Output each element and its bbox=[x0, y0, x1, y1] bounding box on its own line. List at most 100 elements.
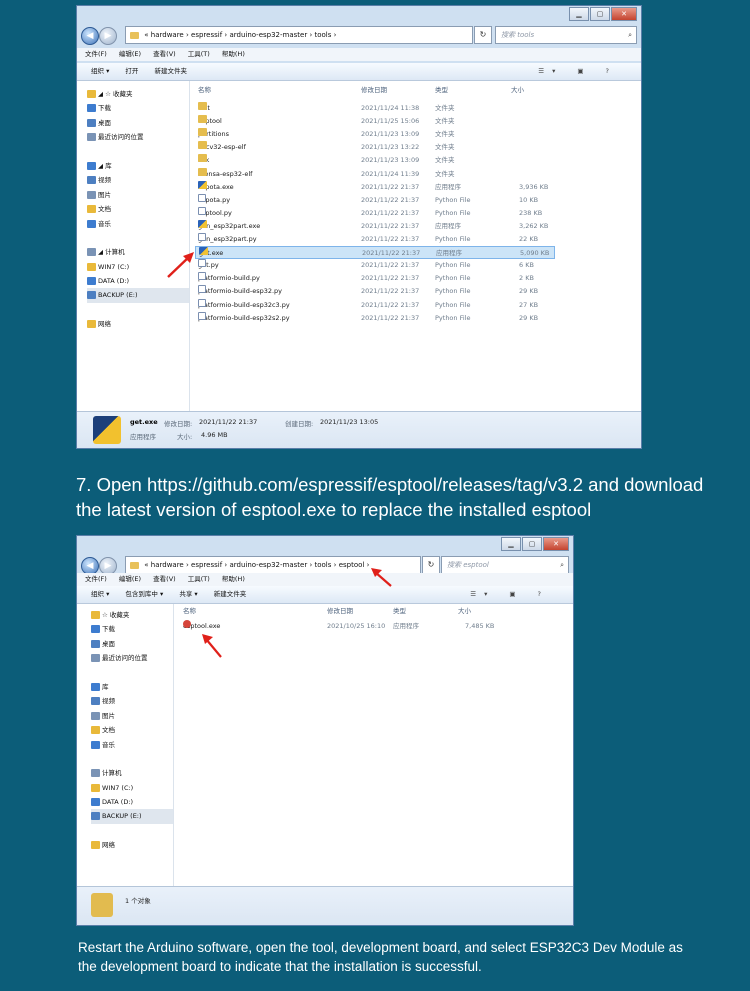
file-row[interactable]: get.py 2021/11/22 21:37 Python File 6 KB bbox=[195, 259, 555, 272]
view-options-icon[interactable]: ☰▾ bbox=[470, 590, 495, 598]
sidebar-item[interactable]: 音乐 bbox=[87, 217, 189, 231]
file-row[interactable]: espota.exe 2021/11/22 21:37 应用程序 3,936 KB bbox=[195, 180, 555, 194]
close-button[interactable]: ✕ bbox=[543, 537, 569, 551]
sidebar-item[interactable]: 图片 bbox=[87, 188, 189, 202]
breadcrumb-hardware[interactable]: hardware bbox=[151, 31, 184, 39]
search-input[interactable]: 搜索 tools ⌕ bbox=[495, 26, 637, 44]
view-options-icon[interactable]: ☰▾ bbox=[538, 67, 563, 75]
file-row[interactable]: platformio-build-esp32c3.py 2021/11/22 21… bbox=[195, 298, 555, 312]
sidebar-item[interactable]: 桌面 bbox=[91, 637, 173, 651]
sidebar-item[interactable]: DATA (D:) bbox=[91, 795, 173, 809]
close-button[interactable]: ✕ bbox=[611, 7, 637, 21]
sidebar-item[interactable]: 计算机 bbox=[91, 766, 173, 780]
sidebar-item[interactable]: 视频 bbox=[91, 694, 173, 708]
menu-view[interactable]: 查看(V) bbox=[153, 575, 176, 583]
file-row[interactable]: espota.py 2021/11/22 21:37 Python File 10 K… bbox=[195, 193, 555, 207]
menu-tools[interactable]: 工具(T) bbox=[188, 50, 210, 58]
menu-file[interactable]: 文件(F) bbox=[85, 50, 107, 58]
include-in-library-button[interactable]: 包含到库中 ▾ bbox=[125, 590, 163, 598]
breadcrumb-arduino-esp32-master[interactable]: arduino-esp32-master bbox=[229, 561, 307, 569]
column-modified[interactable]: 修改日期 bbox=[327, 604, 353, 618]
search-icon[interactable]: ⌕ bbox=[560, 557, 564, 573]
sidebar-item[interactable]: 最近访问的位置 bbox=[91, 651, 173, 665]
menu-file[interactable]: 文件(F) bbox=[85, 575, 107, 583]
file-row[interactable]: riscv32-esp-elf 2021/11/23 13:22 文件夹 bbox=[195, 141, 555, 154]
menu-help[interactable]: 帮助(H) bbox=[222, 575, 245, 583]
file-row[interactable]: platformio-build.py 2021/11/22 21:37 Pytho… bbox=[195, 272, 555, 285]
file-row[interactable]: xtensa-esp32-elf 2021/11/24 11:39 文件夹 bbox=[195, 167, 555, 181]
breadcrumb-hardware[interactable]: hardware bbox=[151, 561, 184, 569]
sidebar-item[interactable]: ◢ ☆ 收藏夹 bbox=[87, 87, 189, 101]
open-button[interactable]: 打开 bbox=[125, 67, 138, 75]
back-arrow-icon[interactable]: ◀ bbox=[81, 27, 99, 45]
minimize-button[interactable]: ▁ bbox=[501, 537, 521, 551]
file-row[interactable]: gen_esp32part.exe 2021/11/22 21:37 应用程序 3,2… bbox=[195, 219, 555, 233]
preview-pane-icon[interactable]: ▣ bbox=[577, 67, 591, 75]
sidebar-item[interactable]: 文档 bbox=[87, 202, 189, 216]
help-icon[interactable]: ? bbox=[538, 590, 549, 598]
search-input[interactable]: 搜索 esptool ⌕ bbox=[441, 556, 569, 574]
sidebar-item[interactable]: 下载 bbox=[91, 622, 173, 636]
breadcrumb-tools[interactable]: tools bbox=[315, 561, 332, 569]
share-button[interactable]: 共享 ▾ bbox=[179, 590, 197, 598]
column-name[interactable]: 名称 bbox=[198, 83, 211, 97]
maximize-button[interactable]: ▢ bbox=[522, 537, 542, 551]
column-name[interactable]: 名称 bbox=[183, 604, 196, 618]
file-row[interactable]: dist 2021/11/24 11:38 文件夹 bbox=[195, 102, 555, 115]
sidebar-item[interactable]: 音乐 bbox=[91, 738, 173, 752]
breadcrumb-esptool[interactable]: esptool bbox=[339, 561, 365, 569]
sidebar-item[interactable]: 网络 bbox=[91, 838, 173, 852]
sidebar-item[interactable]: WIN7 (C:) bbox=[91, 781, 173, 795]
file-row[interactable]: esptool.py 2021/11/22 21:37 Python File 238… bbox=[195, 206, 555, 220]
sidebar-item[interactable]: ◢ 库 bbox=[87, 159, 189, 173]
address-bar[interactable]: « hardware › espressif › arduino-esp32-m… bbox=[125, 26, 473, 44]
breadcrumb-arduino-esp32-master[interactable]: arduino-esp32-master bbox=[229, 31, 307, 39]
refresh-icon[interactable]: ↻ bbox=[422, 556, 440, 574]
sidebar-item[interactable]: 视频 bbox=[87, 173, 189, 187]
file-row[interactable]: platformio-build-esp32.py 2021/11/22 21:3… bbox=[195, 285, 555, 298]
file-row[interactable]: gen_esp32part.py 2021/11/22 21:37 Python F… bbox=[195, 233, 555, 246]
organize-button[interactable]: 组织 ▾ bbox=[91, 590, 109, 598]
preview-pane-icon[interactable]: ▣ bbox=[509, 590, 523, 598]
refresh-icon[interactable]: ↻ bbox=[474, 26, 492, 44]
menu-view[interactable]: 查看(V) bbox=[153, 50, 176, 58]
sidebar-item[interactable]: 下载 bbox=[87, 101, 189, 115]
sidebar-item[interactable]: 网络 bbox=[87, 317, 189, 331]
file-row[interactable]: partitions 2021/11/23 13:09 文件夹 bbox=[195, 128, 555, 141]
breadcrumb-espressif[interactable]: espressif bbox=[191, 31, 222, 39]
file-name: gen_esp32part.py bbox=[198, 235, 257, 243]
file-row[interactable]: platformio-build-esp32s2.py 2021/11/22 21… bbox=[195, 311, 555, 325]
file-row[interactable]: get.exe 2021/11/22 21:37 应用程序 5,090 KB bbox=[195, 246, 555, 260]
maximize-button[interactable]: ▢ bbox=[590, 7, 610, 21]
column-type[interactable]: 类型 bbox=[435, 83, 448, 97]
forward-arrow-icon[interactable]: ▶ bbox=[99, 27, 117, 45]
menu-edit[interactable]: 编辑(E) bbox=[119, 50, 141, 58]
sidebar-item[interactable]: 桌面 bbox=[87, 116, 189, 130]
menu-tools[interactable]: 工具(T) bbox=[188, 575, 210, 583]
sidebar-item[interactable]: ☆ 收藏夹 bbox=[91, 608, 173, 622]
column-modified[interactable]: 修改日期 bbox=[361, 83, 387, 97]
column-size[interactable]: 大小 bbox=[458, 604, 471, 618]
search-icon[interactable]: ⌕ bbox=[628, 27, 632, 43]
search-placeholder: 搜索 tools bbox=[501, 31, 535, 39]
column-size[interactable]: 大小 bbox=[511, 83, 524, 97]
sidebar-item[interactable]: 文档 bbox=[91, 723, 173, 737]
sidebar-item[interactable]: 图片 bbox=[91, 709, 173, 723]
column-type[interactable]: 类型 bbox=[393, 604, 406, 618]
help-icon[interactable]: ? bbox=[606, 67, 617, 75]
menu-edit[interactable]: 编辑(E) bbox=[119, 575, 141, 583]
breadcrumb-espressif[interactable]: espressif bbox=[191, 561, 222, 569]
minimize-button[interactable]: ▁ bbox=[569, 7, 589, 21]
sidebar-item[interactable]: 最近访问的位置 bbox=[87, 130, 189, 144]
new-folder-button[interactable]: 新建文件夹 bbox=[155, 67, 188, 75]
file-row[interactable]: esptool 2021/11/25 15:06 文件夹 bbox=[195, 115, 555, 128]
file-row[interactable]: sdk 2021/11/23 13:09 文件夹 bbox=[195, 154, 555, 167]
sidebar-item[interactable]: 库 bbox=[91, 680, 173, 694]
file-row[interactable]: esptool.exe 2021/10/25 16:10 应用程序 7,485 KB bbox=[180, 620, 501, 633]
new-folder-button[interactable]: 新建文件夹 bbox=[214, 590, 247, 598]
menu-help[interactable]: 帮助(H) bbox=[222, 50, 245, 58]
breadcrumb-tools[interactable]: tools bbox=[315, 31, 332, 39]
organize-button[interactable]: 组织 ▾ bbox=[91, 67, 109, 75]
sidebar-item[interactable]: BACKUP (E:) bbox=[91, 809, 173, 824]
sidebar-item[interactable]: BACKUP (E:) bbox=[87, 288, 189, 303]
